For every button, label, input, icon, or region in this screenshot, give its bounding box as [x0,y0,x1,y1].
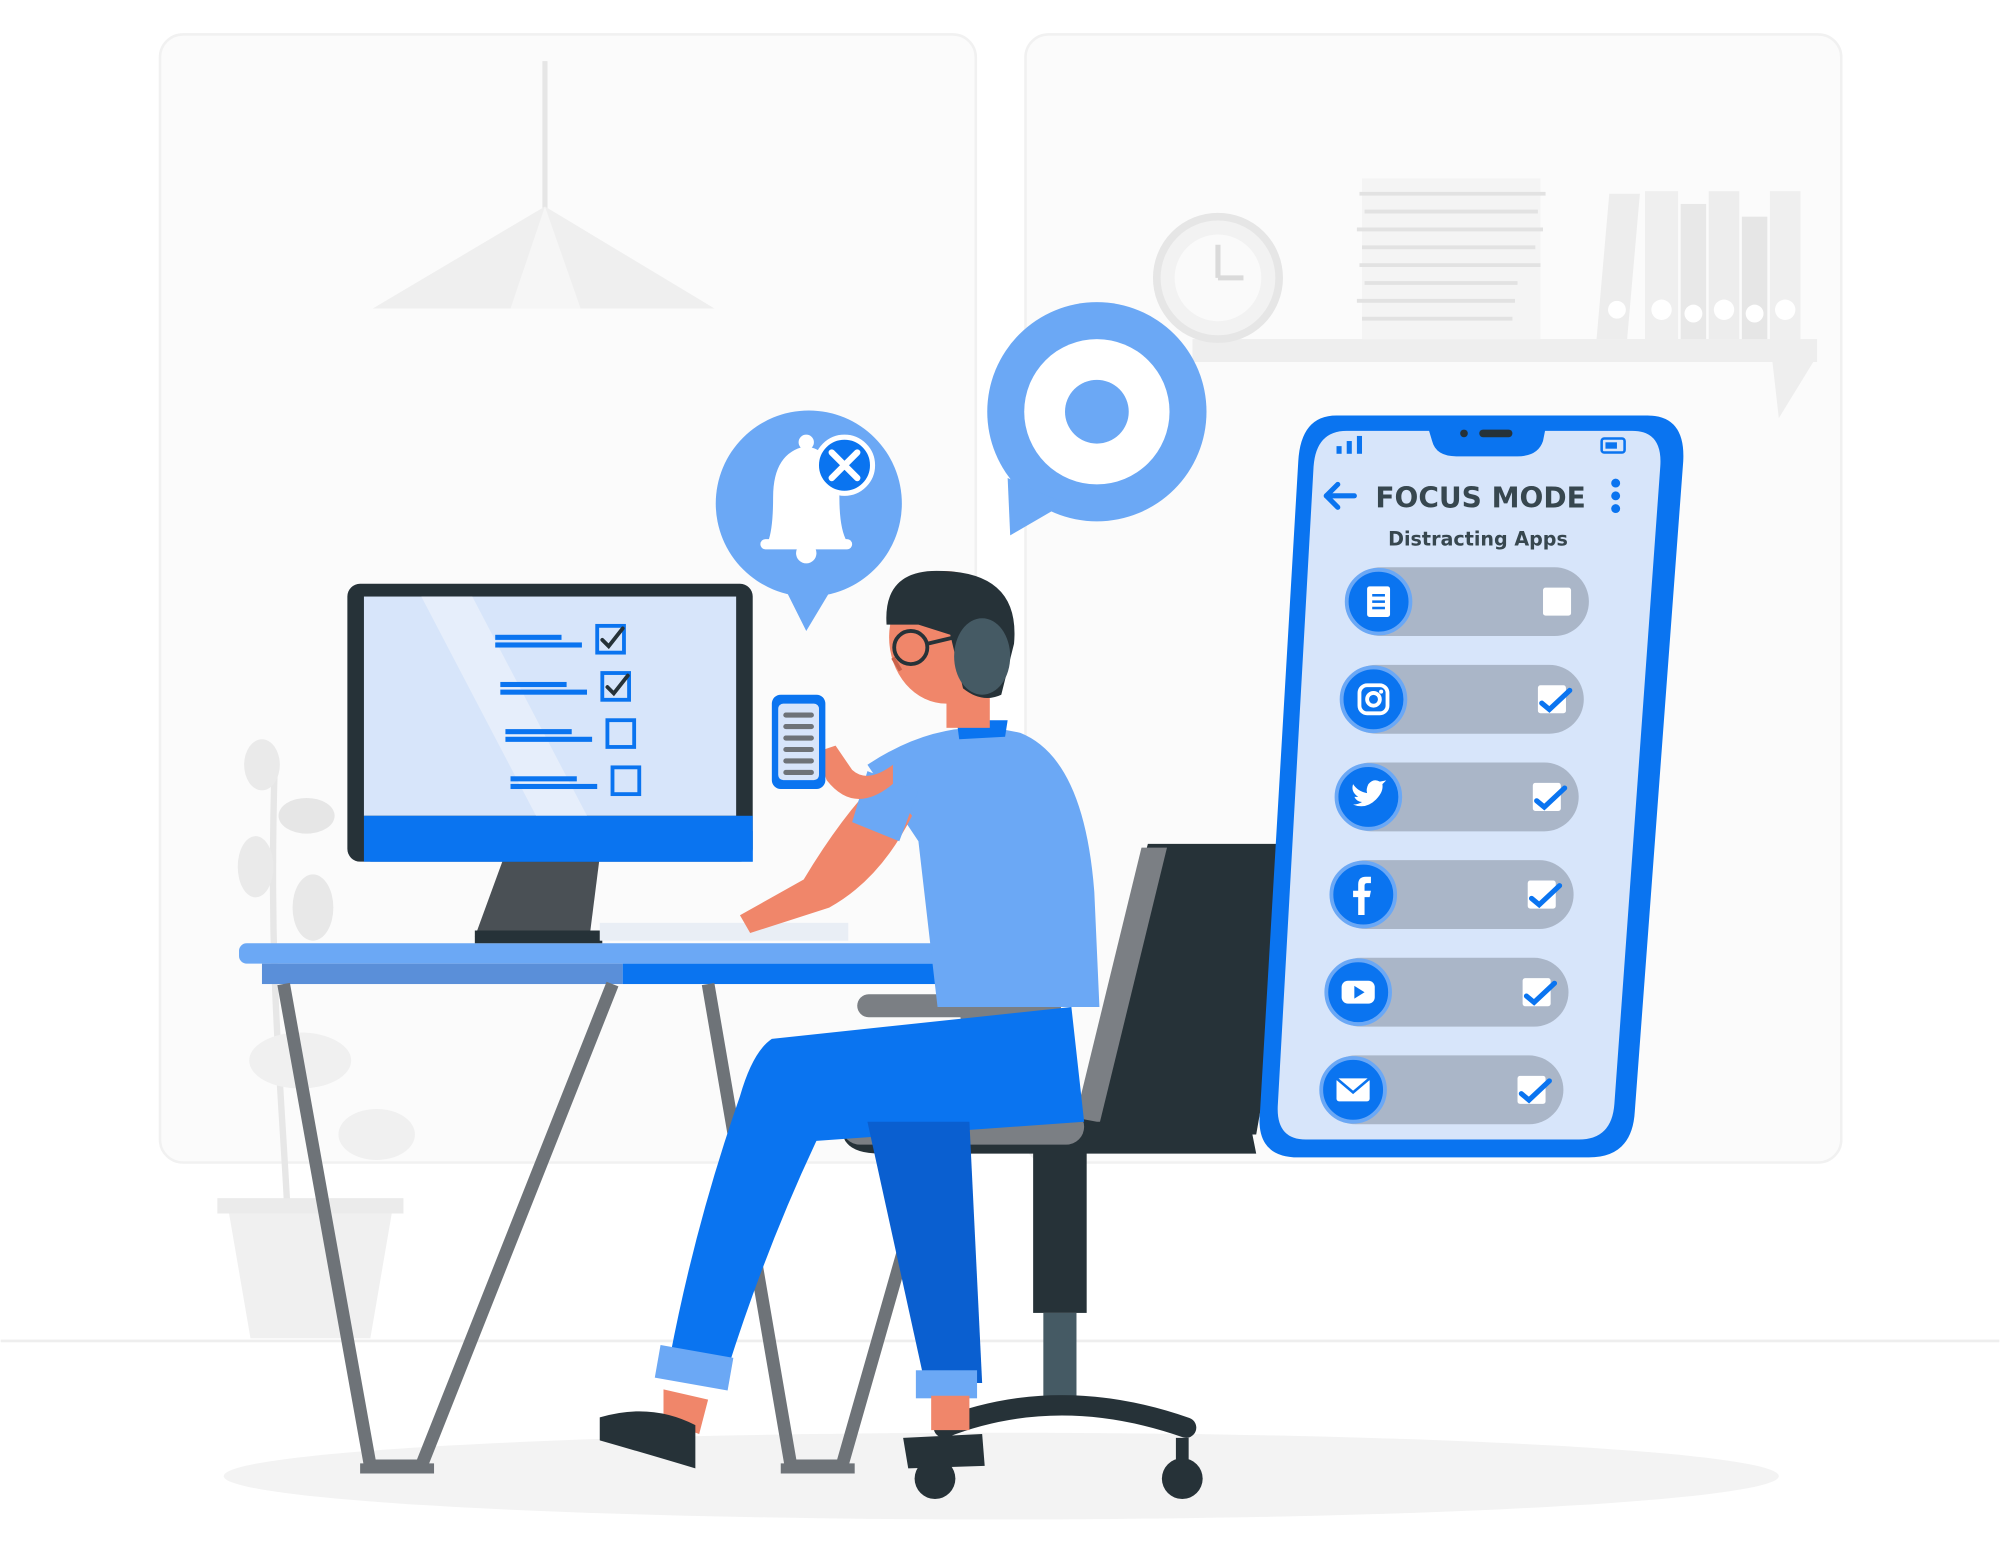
app-toggle-row-facebook[interactable] [1329,860,1574,929]
app-toggle-row-twitter[interactable] [1334,762,1579,832]
phone-title: FOCUS MODE [1375,481,1585,514]
handheld-phone [771,694,826,790]
keyboard [599,922,849,941]
app-toggle-row-youtube[interactable] [1324,957,1569,1027]
more-vertical-icon[interactable] [1611,478,1621,514]
focus-mode-illustration: FOCUS MODE Distracting Apps [0,33,2000,1520]
task-line [500,689,588,695]
task-line [500,681,567,688]
task-line [510,783,598,790]
instagram-icon [1339,665,1408,734]
focus-mode-phone: FOCUS MODE Distracting Apps [1259,415,1684,1158]
clock-icon [1152,212,1283,343]
app-toggle-row-instagram[interactable] [1339,664,1584,734]
close-icon [813,434,876,496]
task-line [505,736,593,742]
facebook-icon [1329,860,1398,929]
target-icon [1024,339,1170,485]
task-line [505,729,572,735]
app-toggle-row-notes[interactable] [1344,567,1589,637]
task-line [510,776,577,782]
twitter-icon [1334,763,1403,831]
binders [1596,191,1801,340]
task-line [495,642,582,648]
mail-icon [1319,1056,1387,1124]
task-line [495,634,562,640]
paper-stack [1356,178,1546,340]
document-icon [1344,567,1413,636]
youtube-icon [1324,958,1392,1026]
phone-subtitle: Distracting Apps [1388,528,1568,551]
app-toggle-row-mail[interactable] [1319,1055,1564,1125]
app-checkbox[interactable] [1543,587,1572,616]
